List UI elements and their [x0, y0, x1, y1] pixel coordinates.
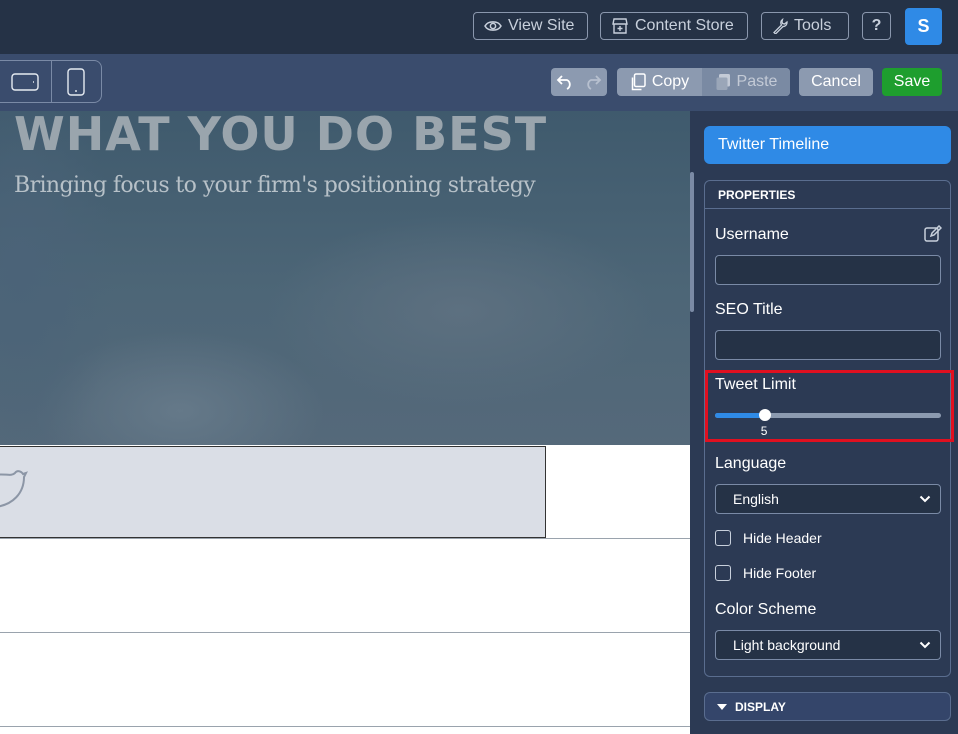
component-title: Twitter Timeline	[704, 126, 951, 164]
copy-button[interactable]: Copy	[617, 68, 702, 96]
paste-button[interactable]: Paste	[702, 68, 790, 96]
redo-button[interactable]	[579, 68, 607, 96]
paste-icon	[716, 74, 730, 90]
top-bar: View Site Content Store Tools ? S	[0, 0, 958, 54]
tablet-landscape-button[interactable]	[0, 61, 51, 102]
hide-footer-checkbox[interactable]	[715, 565, 731, 581]
seo-title-input[interactable]	[715, 330, 941, 360]
avatar-initial: S	[917, 16, 930, 36]
properties-header[interactable]: PROPERTIES	[705, 181, 950, 209]
tweet-limit-value: 5	[760, 424, 768, 438]
tweet-limit-label: Tweet Limit	[715, 376, 796, 393]
phone-icon	[67, 67, 85, 96]
hide-header-row[interactable]: Hide Header	[715, 530, 822, 546]
tools-label: Tools	[794, 17, 832, 34]
display-label: DISPLAY	[735, 699, 786, 714]
clipboard-group: Copy Paste	[617, 68, 790, 96]
page-canvas: WHAT YOU DO BEST Bringing focus to your …	[0, 111, 690, 734]
tablet-landscape-icon	[11, 72, 39, 91]
edit-icon[interactable]	[924, 225, 942, 243]
copy-label: Copy	[651, 73, 690, 90]
username-label: Username	[715, 226, 789, 243]
hero-title: WHAT YOU DO BEST	[14, 111, 548, 161]
undo-button[interactable]	[551, 68, 579, 96]
paste-label: Paste	[736, 73, 778, 90]
twitter-timeline-placeholder[interactable]	[0, 446, 546, 538]
hide-footer-row[interactable]: Hide Footer	[715, 565, 816, 581]
editor-toolbar: Copy Paste Cancel Save	[0, 54, 958, 111]
cancel-button[interactable]: Cancel	[799, 68, 873, 96]
color-scheme-select[interactable]: Light background	[715, 630, 941, 660]
redo-icon	[587, 75, 602, 90]
language-label: Language	[715, 455, 787, 472]
caret-down-icon	[717, 703, 727, 710]
tweet-limit-slider-thumb[interactable]	[758, 409, 771, 421]
history-group	[551, 68, 607, 96]
user-avatar[interactable]: S	[905, 8, 942, 45]
help-button[interactable]: ?	[862, 12, 891, 40]
store-icon	[612, 18, 628, 34]
section-divider	[0, 726, 690, 727]
display-section-header[interactable]: DISPLAY	[704, 692, 951, 721]
color-scheme-label: Color Scheme	[715, 601, 817, 618]
view-site-label: View Site	[508, 17, 575, 34]
seo-title-label: SEO Title	[715, 301, 783, 318]
username-input[interactable]	[715, 255, 941, 285]
chevron-down-icon	[919, 641, 931, 649]
view-site-button[interactable]: View Site	[473, 12, 588, 40]
language-select[interactable]: English	[715, 484, 941, 514]
help-icon: ?	[871, 17, 882, 34]
copy-icon	[631, 73, 646, 91]
content-store-label: Content Store	[635, 17, 734, 34]
eye-icon	[484, 21, 502, 31]
hide-header-checkbox[interactable]	[715, 530, 731, 546]
device-switcher	[0, 60, 102, 103]
hide-header-label: Hide Header	[743, 530, 822, 546]
undo-icon	[556, 75, 571, 90]
wrench-icon	[773, 18, 788, 34]
tweet-limit-slider-fill	[715, 413, 765, 418]
properties-section: PROPERTIES Username SEO Title Tweet Limi…	[704, 180, 954, 677]
hide-footer-label: Hide Footer	[743, 565, 817, 581]
tools-button[interactable]: Tools	[761, 12, 849, 40]
section-divider	[0, 632, 690, 633]
content-store-button[interactable]: Content Store	[600, 12, 748, 40]
section-divider	[0, 538, 690, 539]
twitter-bird-icon	[0, 470, 28, 508]
mobile-button[interactable]	[50, 61, 102, 102]
color-scheme-selected-value: Light background	[733, 637, 841, 653]
chevron-down-icon	[919, 495, 931, 503]
hero-banner[interactable]: WHAT YOU DO BEST Bringing focus to your …	[0, 111, 690, 445]
save-button[interactable]: Save	[882, 68, 942, 96]
language-selected-value: English	[733, 491, 779, 507]
hero-subtitle: Bringing focus to your firm's positionin…	[14, 173, 536, 198]
properties-panel: Twitter Timeline PROPERTIES Username SEO…	[694, 111, 958, 734]
